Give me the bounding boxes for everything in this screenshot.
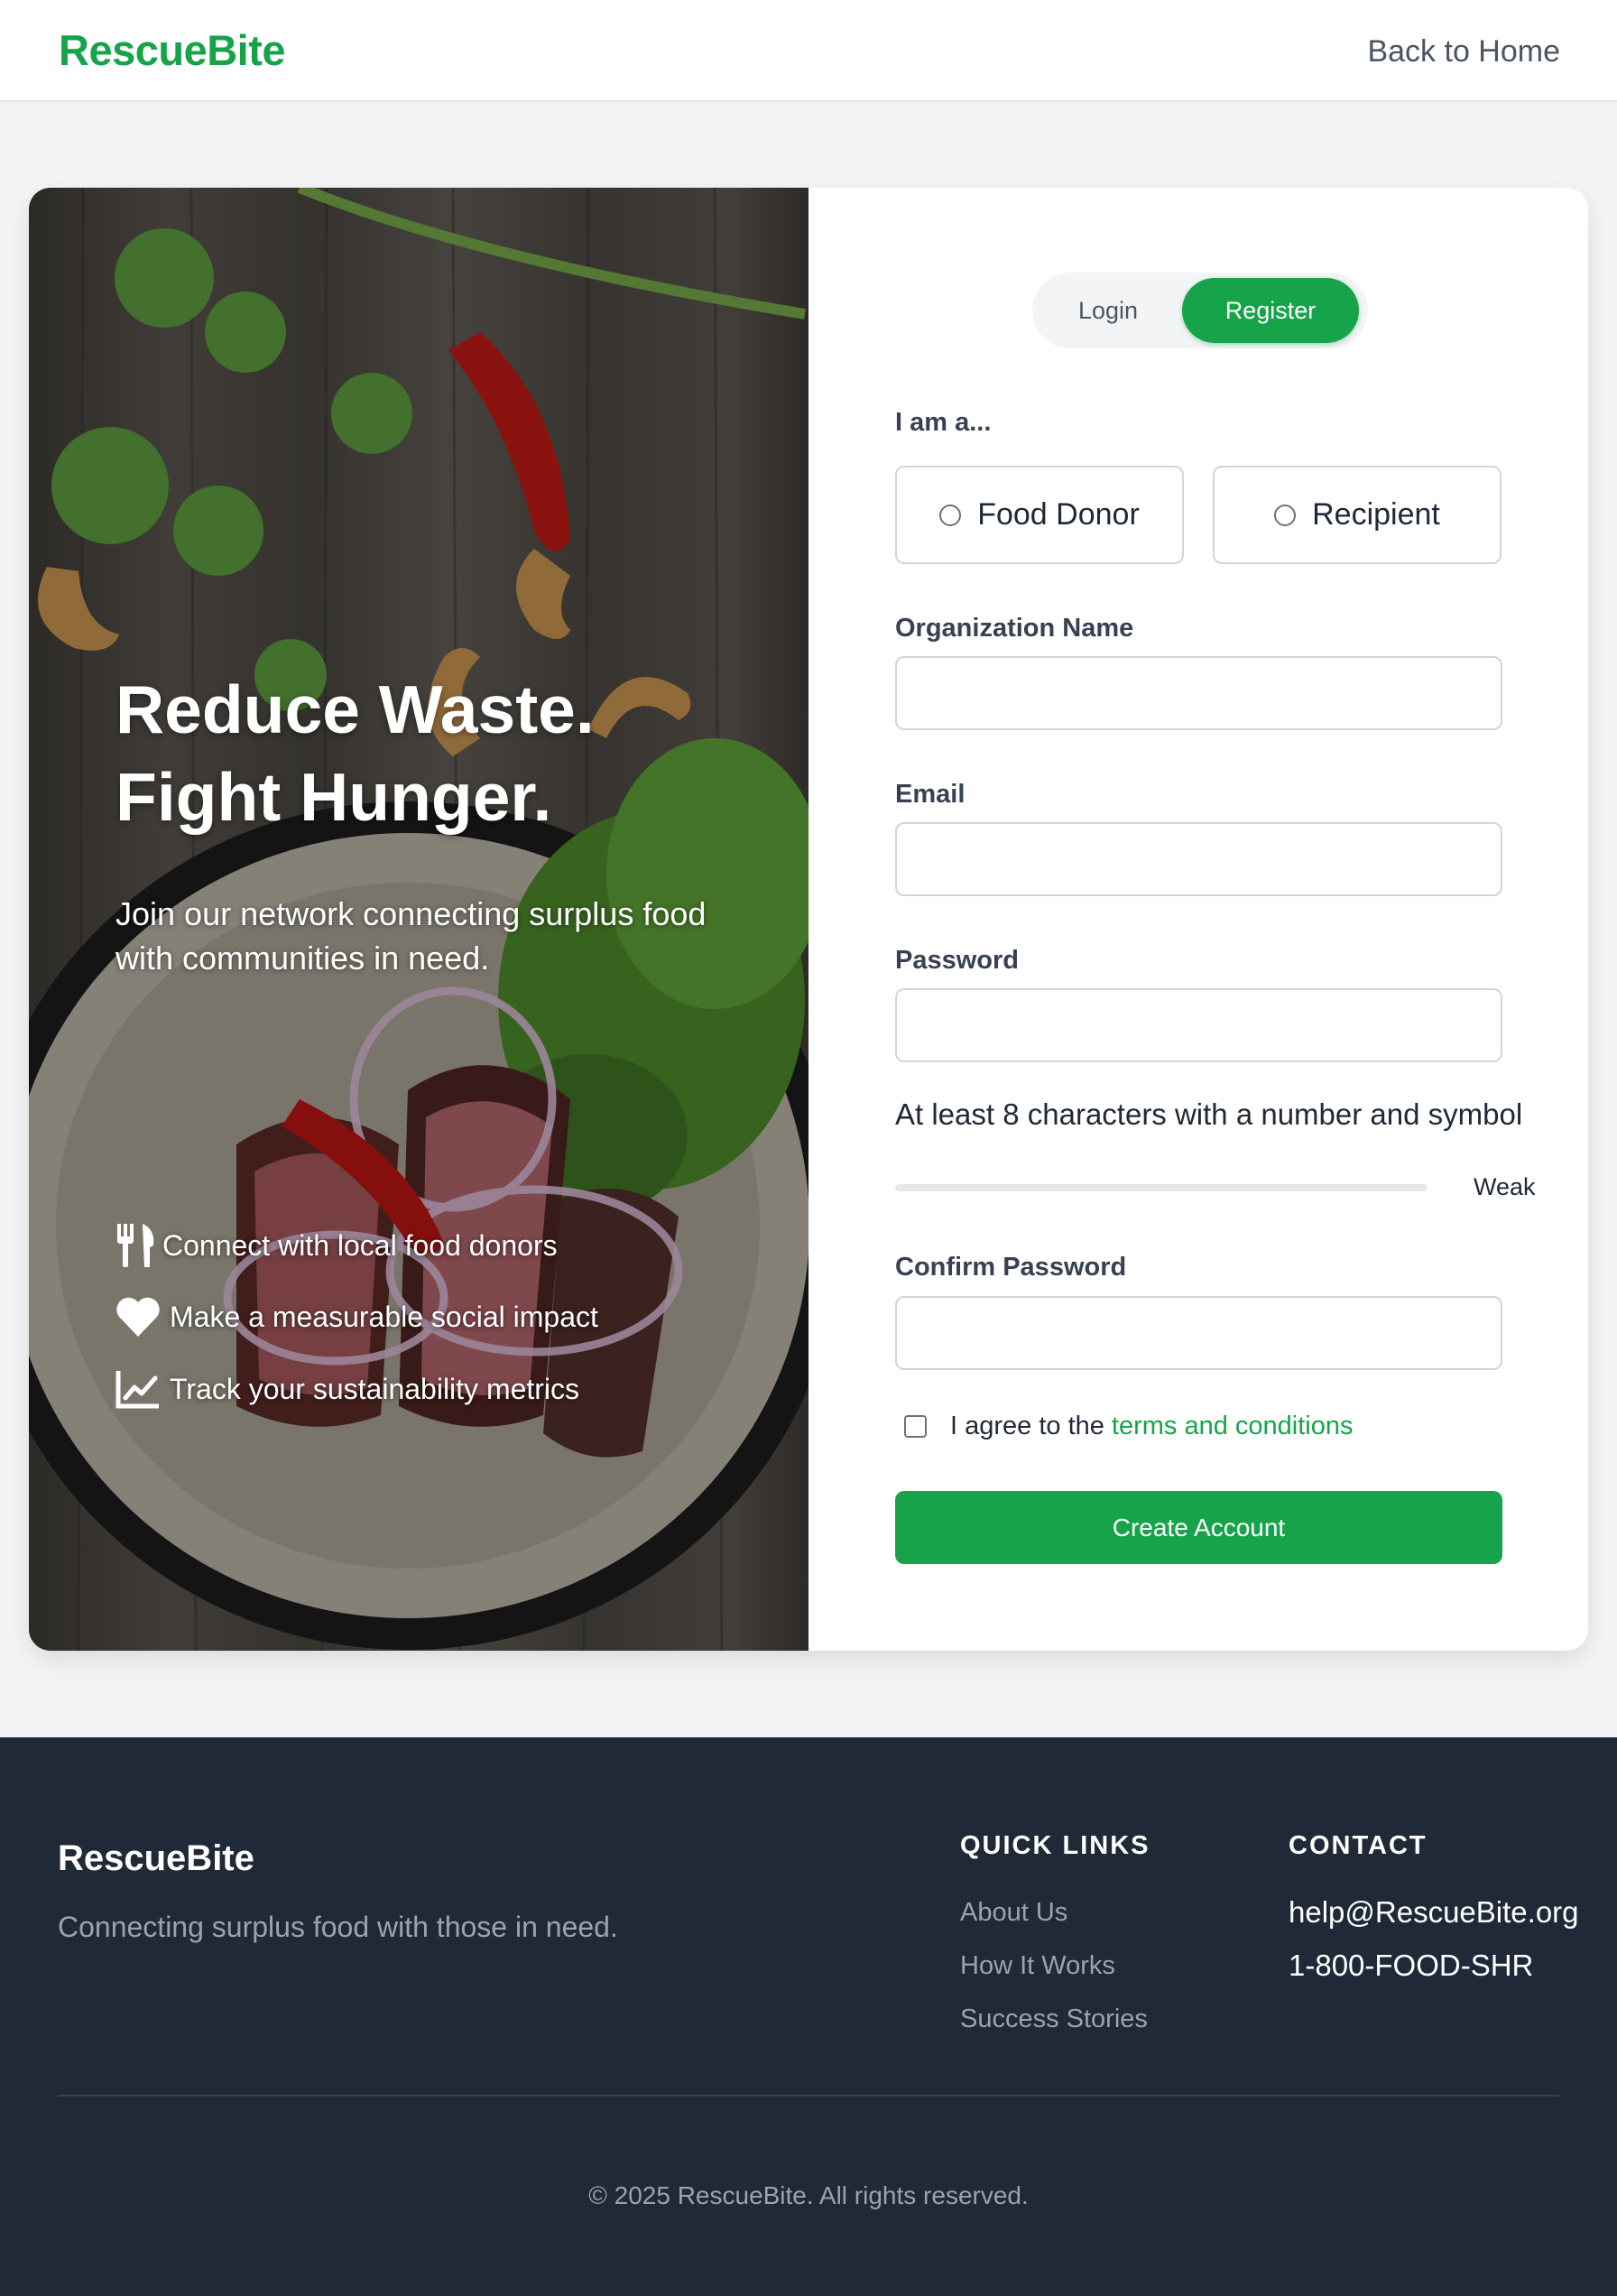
confirm-password-label: Confirm Password	[895, 1253, 1127, 1282]
heart-icon	[116, 1294, 170, 1339]
confirm-password-input[interactable]	[895, 1296, 1502, 1370]
email-input[interactable]	[895, 822, 1502, 896]
footer-tagline: Connecting surplus food with those in ne…	[58, 1911, 618, 1943]
footer-brand: RescueBite	[58, 1838, 254, 1878]
role-option-food-donor[interactable]: Food Donor	[895, 466, 1184, 564]
hero-panel: Reduce Waste. Fight Hunger. Join our net…	[29, 188, 808, 1651]
auth-mode-toggle: Login Register	[1032, 273, 1368, 348]
password-input[interactable]	[895, 988, 1502, 1062]
utensils-icon	[116, 1223, 162, 1268]
quick-links-heading: QUICK LINKS	[960, 1831, 1150, 1860]
feature-item-donors: Connect with local food donors	[116, 1223, 558, 1268]
contact-email[interactable]: help@RescueBite.org	[1289, 1895, 1579, 1930]
footer-link-success-stories[interactable]: Success Stories	[960, 2004, 1148, 2034]
terms-text: I agree to the	[950, 1412, 1104, 1440]
terms-agreement: I agree to the terms and conditions	[904, 1412, 1354, 1441]
hero-subtitle: Join our network connecting surplus food…	[116, 895, 707, 977]
feature-text: Make a measurable social impact	[170, 1300, 598, 1333]
terms-checkbox[interactable]	[904, 1415, 927, 1438]
feature-text: Track your sustainability metrics	[170, 1372, 580, 1405]
tab-login[interactable]: Login	[1032, 278, 1184, 343]
brand-logo[interactable]: RescueBite	[59, 25, 286, 75]
footer-link-about[interactable]: About Us	[960, 1898, 1067, 1928]
terms-link[interactable]: terms and conditions	[1112, 1412, 1354, 1441]
email-label: Email	[895, 780, 966, 809]
footer-divider	[58, 2095, 1559, 2097]
register-form: Login Register I am a... Food Donor Reci…	[808, 188, 1588, 1651]
hero-title: Reduce Waste. Fight Hunger.	[116, 666, 595, 841]
footer-link-how-it-works[interactable]: How It Works	[960, 1951, 1115, 1981]
role-option-label: Food Donor	[977, 497, 1140, 532]
contact-heading: CONTACT	[1289, 1831, 1428, 1860]
password-strength-bar	[895, 1184, 1428, 1191]
footer: RescueBite Connecting surplus food with …	[0, 1737, 1617, 2296]
hero-title-line1: Reduce Waste.	[116, 671, 595, 747]
auth-card: Reduce Waste. Fight Hunger. Join our net…	[29, 188, 1588, 1651]
org-name-label: Organization Name	[895, 614, 1134, 643]
feature-item-metrics: Track your sustainability metrics	[116, 1366, 579, 1412]
hero-title-line2: Fight Hunger.	[116, 759, 552, 835]
role-label: I am a...	[895, 408, 992, 437]
radio-button[interactable]	[939, 504, 962, 526]
top-nav: RescueBite Back to Home	[0, 0, 1617, 102]
chart-line-icon	[116, 1366, 170, 1412]
role-option-recipient[interactable]: Recipient	[1213, 466, 1502, 564]
feature-item-impact: Make a measurable social impact	[116, 1294, 598, 1339]
org-name-input[interactable]	[895, 656, 1502, 730]
feature-text: Connect with local food donors	[162, 1228, 558, 1262]
contact-phone[interactable]: 1-800-FOOD-SHR	[1289, 1949, 1533, 1983]
role-option-label: Recipient	[1312, 497, 1440, 532]
password-hint: At least 8 characters with a number and …	[895, 1097, 1523, 1131]
copyright: © 2025 RescueBite. All rights reserved.	[588, 2181, 1029, 2209]
back-to-home-link[interactable]: Back to Home	[1367, 34, 1560, 69]
tab-register[interactable]: Register	[1182, 278, 1359, 343]
radio-button[interactable]	[1274, 504, 1297, 526]
create-account-button[interactable]: Create Account	[895, 1491, 1502, 1564]
password-label: Password	[895, 946, 1019, 975]
password-strength-label: Weak	[1474, 1173, 1536, 1200]
